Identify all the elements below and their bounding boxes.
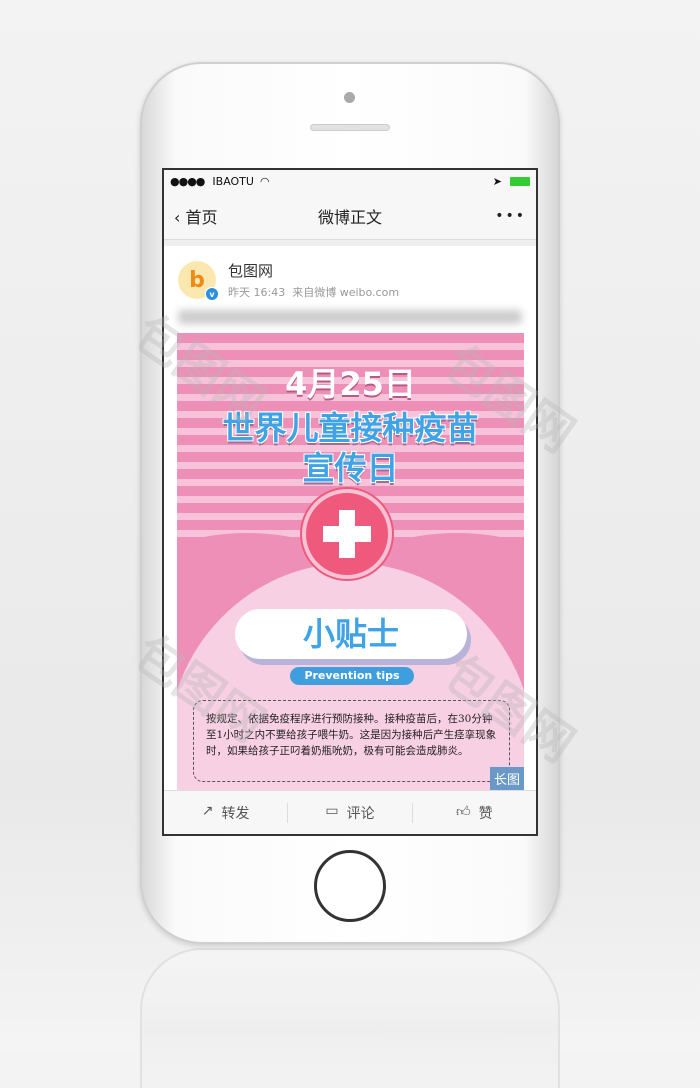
location-icon: ➤ <box>492 174 502 188</box>
comment-button[interactable]: ▭ 评论 <box>288 802 413 823</box>
like-button[interactable]: 👍︎ 赞 <box>413 803 536 823</box>
back-button[interactable]: ‹ 首页 <box>174 204 218 228</box>
long-image-badge: 长图 <box>489 767 524 790</box>
like-label: 赞 <box>478 805 493 822</box>
poster-subtitle: 宣传日 <box>302 449 399 487</box>
wifi-icon: ◠ <box>259 174 270 188</box>
author-name[interactable]: 包图网 <box>228 260 399 281</box>
share-icon: ↗ <box>201 802 214 819</box>
avatar-logo: b <box>189 267 205 293</box>
page-title: 微博正文 <box>317 207 382 227</box>
comment-label: 评论 <box>346 805 375 822</box>
repost-button[interactable]: ↗ 转发 <box>164 802 289 823</box>
more-button[interactable]: ••• <box>495 208 526 224</box>
back-label: 首页 <box>185 207 218 227</box>
comment-icon: ▭ <box>325 802 339 819</box>
battery-icon <box>510 176 530 186</box>
verified-icon: v <box>205 287 219 301</box>
phone-reflection <box>140 948 560 1088</box>
home-button[interactable] <box>314 850 386 922</box>
post-time: 昨天 16:43 <box>228 286 286 299</box>
signal-icon: ●●●● <box>170 174 205 188</box>
avatar[interactable]: bv <box>178 261 219 301</box>
camera <box>344 92 355 103</box>
action-bar: ↗ 转发 ▭ 评论 👍︎ 赞 <box>164 790 536 834</box>
nav-bar: ‹ 首页 微博正文 ••• <box>164 192 536 240</box>
status-bar: ●●●● IBAOTU ◠ ➤ <box>164 170 536 192</box>
medical-cross-icon <box>302 489 392 579</box>
repost-label: 转发 <box>221 805 250 822</box>
tips-title: 小贴士 <box>235 609 467 659</box>
post-header: bv 包图网 昨天 16:43 来自微博 weibo.com <box>164 246 536 301</box>
tips-en-label: Prevention tips <box>290 667 414 685</box>
thumbs-up-icon: 👍︎ <box>456 803 471 820</box>
blurred-post-text <box>178 310 522 324</box>
speaker <box>310 124 390 131</box>
post-source: 来自微博 weibo.com <box>292 286 400 299</box>
carrier: IBAOTU <box>212 174 254 188</box>
